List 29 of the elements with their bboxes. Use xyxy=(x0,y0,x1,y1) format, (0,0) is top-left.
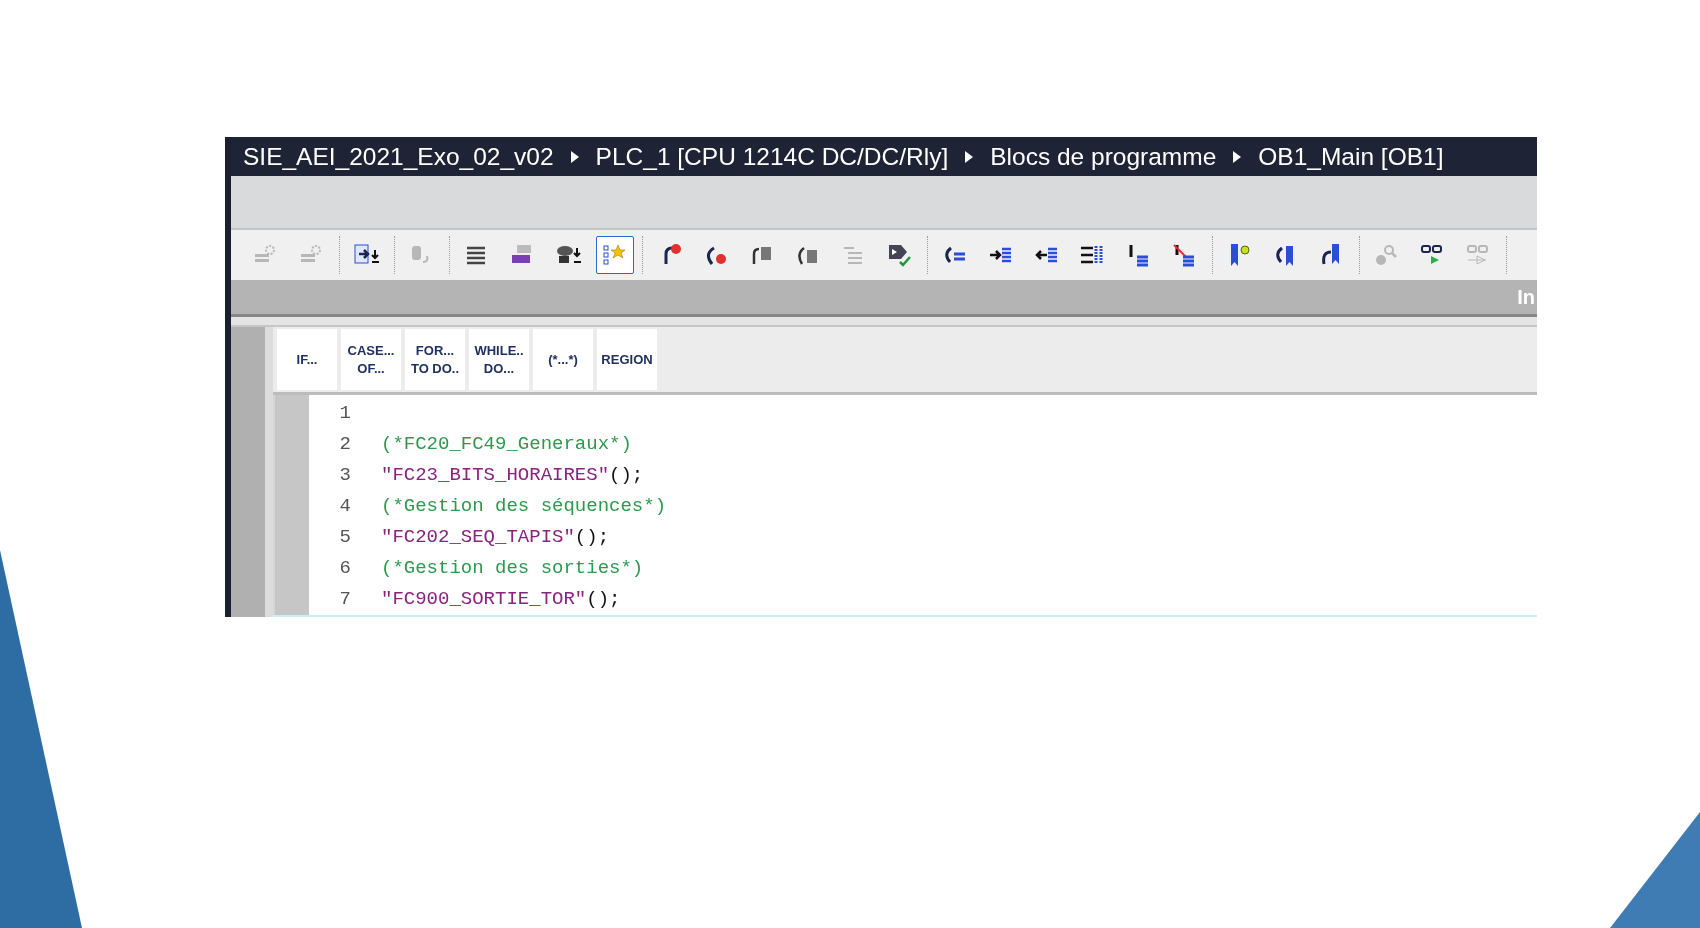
code-line: "FC900_SORTIE_TOR"(); xyxy=(381,587,621,610)
code-comment: (*Gestion des sorties*) xyxy=(381,556,644,579)
breadcrumb-item[interactable]: PLC_1 [CPU 1214C DC/DC/Rly] xyxy=(595,142,949,171)
line-number: 4 xyxy=(338,494,352,517)
snippet-button[interactable]: CASE... OF... xyxy=(341,329,401,390)
compile-icon xyxy=(886,242,914,268)
line-number: 1 xyxy=(338,401,352,424)
breadcrumb-item[interactable]: Blocs de programme xyxy=(990,142,1217,171)
code-line: "FC23_BITS_HORAIRES"(); xyxy=(381,463,644,486)
line-number: 2 xyxy=(338,432,352,455)
line-number: 5 xyxy=(338,525,352,548)
chevron-icon xyxy=(1232,150,1243,163)
code-comment: (*FC20_FC49_Generaux*) xyxy=(381,432,632,455)
panel-label: In xyxy=(1517,285,1535,309)
code-line: "FC202_SEQ_TAPIS"(); xyxy=(381,525,610,548)
star-list-button[interactable] xyxy=(596,236,634,274)
chevron-icon xyxy=(569,150,580,163)
snippet-button[interactable]: WHILE.. DO... xyxy=(469,329,529,390)
code-comment: (*Gestion des séquences*) xyxy=(381,494,667,517)
snippet-button[interactable]: REGION xyxy=(597,329,657,390)
snippet-button[interactable]: FOR... TO DO.. xyxy=(405,329,465,390)
snippet-button[interactable]: IF... xyxy=(277,329,337,390)
chevron-icon xyxy=(964,150,975,163)
line-number: 7 xyxy=(338,587,352,610)
snippet-button[interactable]: (*...*) xyxy=(533,329,593,390)
breadcrumb-item[interactable]: OB1_Main [OB1] xyxy=(1258,142,1444,171)
breadcrumb-item[interactable]: SIE_AEI_2021_Exo_02_v02 xyxy=(243,142,554,171)
line-number: 3 xyxy=(338,463,352,486)
line-number: 6 xyxy=(338,556,352,579)
